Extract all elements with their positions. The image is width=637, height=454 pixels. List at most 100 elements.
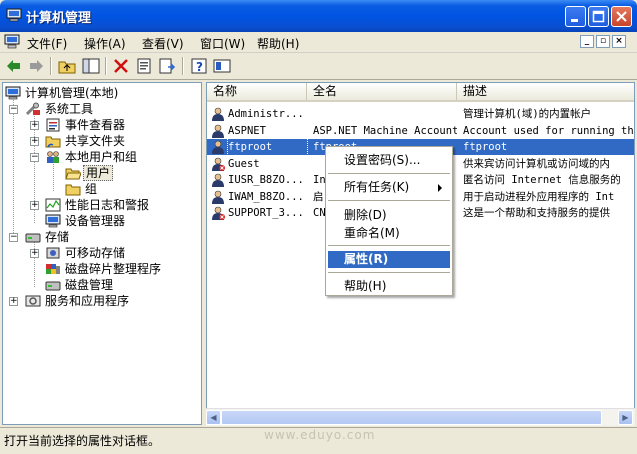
menu-window[interactable]: 窗口(W) [200,35,245,52]
column-header-fullname[interactable]: 全名 [307,83,457,100]
cell-description: ftproot [463,141,508,153]
menu-file[interactable]: 文件(F) [27,35,67,52]
cell-name: IUSR_B8ZO... [228,174,304,186]
user-icon [212,206,225,220]
expand-icon[interactable]: + [30,121,39,130]
collapse-icon[interactable]: − [9,105,18,114]
tree-connector [53,161,54,191]
folder-icon [65,184,81,196]
table-row[interactable]: ASPNET ASP.NET Machine Account Account use… [207,123,634,139]
folder-open-icon [65,168,81,180]
cell-description: 供来宾访问计算机或访问域的内 [463,157,610,170]
users-group-icon [47,151,59,163]
cell-fullname: ASP.NET Machine Account [313,124,457,137]
cell-name: ASPNET [228,124,266,137]
column-header-row: 名称 全名 描述 [207,83,634,102]
computer-icon [4,34,20,49]
tree-label: 设备管理器 [65,214,126,228]
user-icon [212,124,224,138]
back-arrow-icon[interactable] [5,57,23,75]
menu-separator [328,173,450,174]
up-folder-icon[interactable] [58,57,76,75]
forward-arrow-icon[interactable] [27,57,45,75]
maximize-icon [592,10,605,23]
menu-item-all-tasks[interactable]: 所有任务(K) [328,179,450,196]
show-hide-tree-icon[interactable] [82,57,100,75]
user-icon [212,107,224,121]
column-header-name[interactable]: 名称 [207,83,307,100]
help-icon[interactable]: ? [190,57,208,75]
tree-label: 服务和应用程序 [45,294,130,308]
column-header-description[interactable]: 描述 [457,83,634,100]
menu-item-label: 所有任务(K) [344,180,410,194]
menu-help[interactable]: 帮助(H) [257,35,299,52]
tree-connector [13,97,14,239]
scroll-left-button[interactable]: ◀ [206,410,221,425]
disk-management-icon [45,281,61,291]
menu-action[interactable]: 操作(A) [84,35,126,52]
menu-item-rename[interactable]: 重命名(M) [328,225,450,242]
performance-icon [45,198,61,212]
menu-item-properties[interactable]: 属性(R) [328,251,450,268]
cell-name: Administr... [228,108,304,120]
export-list-icon[interactable] [158,57,176,75]
shared-folder-icon [45,136,61,148]
title-bar[interactable]: 计算机管理 [0,0,637,32]
mdi-restore-button[interactable]: ▫ [596,35,610,48]
watermark-text: www.eduyo.com [264,428,376,442]
submenu-arrow-icon [438,184,442,192]
services-icon [25,295,41,307]
mdi-minimize-button[interactable]: _ [580,35,594,48]
menu-separator [328,245,450,246]
toolbar-separator [182,57,183,75]
context-menu: 设置密码(S)... 所有任务(K) 删除(D) 重命名(M) 属性(R) 帮助… [325,146,453,296]
minimize-button[interactable] [565,6,586,27]
expand-icon[interactable]: + [30,137,39,146]
svg-text:?: ? [196,60,203,74]
properties-icon[interactable] [135,57,153,75]
maximize-button[interactable] [588,6,609,27]
expand-icon[interactable]: + [30,249,39,258]
removable-storage-icon [46,247,60,259]
tree-label: 磁盘管理 [65,278,114,292]
table-row[interactable]: Administr... 管理计算机(域)的内置帐户 [207,106,634,122]
computer-icon [6,8,22,22]
scroll-right-button[interactable]: ▶ [618,410,633,425]
mdi-close-button[interactable]: × [612,35,626,48]
expand-icon[interactable]: + [9,297,18,306]
toolbar-separator [105,57,106,75]
menu-item-set-password[interactable]: 设置密码(S)... [328,152,450,169]
menu-item-help[interactable]: 帮助(H) [328,278,450,295]
close-button[interactable] [611,6,632,27]
minimize-icon [571,19,578,22]
tree-label: 计算机管理(本地) [25,86,119,100]
collapse-icon[interactable]: − [9,233,18,242]
cell-name: Guest [228,157,260,170]
tree-label: 系统工具 [45,102,94,116]
close-icon [616,11,627,22]
menu-item-delete[interactable]: 删除(D) [328,207,450,224]
menu-separator [328,272,450,273]
tree-label: 磁盘碎片整理程序 [65,262,162,276]
cell-name: ftproot [227,138,308,156]
cell-description: 匿名访问 Internet 信息服务的 [463,174,621,186]
user-icon [212,140,224,154]
collapse-icon[interactable]: − [30,153,39,162]
event-viewer-icon [46,118,60,132]
defrag-icon [46,264,60,274]
cell-description: 用于启动进程外应用程序的 Int [463,190,615,203]
tree-label: 可移动存储 [65,246,126,260]
expand-icon[interactable]: + [30,201,39,210]
toolbar: ? [0,53,637,80]
user-icon [212,190,224,204]
computer-icon [5,86,21,100]
console-icon[interactable] [213,57,231,75]
cell-name: SUPPORT_3... [228,207,304,219]
window-title: 计算机管理 [26,11,92,26]
menu-view[interactable]: 查看(V) [142,35,184,52]
scroll-thumb[interactable] [221,410,602,425]
console-tree: 计算机管理(本地) − 系统工具 + 事件查看器 + 共享文件夹 − 本地用户和… [2,82,202,425]
delete-icon[interactable] [112,57,130,75]
cell-name: IWAM_B8ZO... [228,190,304,203]
horizontal-scrollbar[interactable]: ◀ ▶ [206,408,635,426]
